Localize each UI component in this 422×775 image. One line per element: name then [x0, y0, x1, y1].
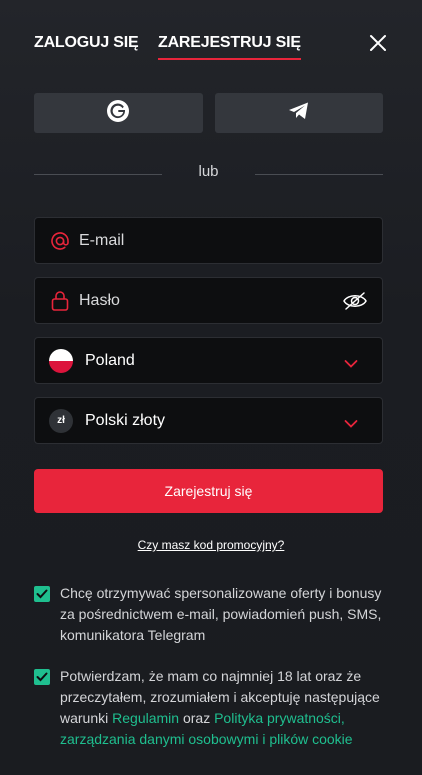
marketing-consent-checkbox[interactable] — [34, 586, 50, 602]
currency-badge: zł — [49, 408, 73, 433]
terms-and-text: oraz — [179, 710, 215, 726]
terms-link[interactable]: Regulamin — [112, 710, 179, 726]
google-icon — [106, 99, 130, 128]
terms-consent: Potwierdzam, że mam co najmniej 18 lat o… — [34, 666, 383, 750]
auth-tabs: ZALOGUJ SIĘ ZAREJESTRUJ SIĘ — [34, 34, 388, 64]
close-icon[interactable] — [368, 33, 388, 53]
country-select[interactable]: Poland — [34, 337, 383, 384]
promo-code-link[interactable]: Czy masz kod promocyjny? — [0, 538, 422, 552]
lock-icon — [49, 290, 71, 312]
tab-login[interactable]: ZALOGUJ SIĘ — [34, 34, 139, 52]
email-field[interactable] — [34, 217, 383, 264]
at-icon — [49, 230, 71, 252]
telegram-login-button[interactable] — [214, 93, 383, 133]
currency-value: Polski złoty — [85, 411, 166, 429]
register-submit-button[interactable]: Zarejestruj się — [34, 469, 383, 513]
flag-poland-icon — [49, 348, 73, 373]
chevron-down-icon — [344, 416, 358, 428]
divider-line-right — [255, 174, 383, 175]
password-field[interactable] — [34, 277, 383, 324]
or-divider: lub — [34, 160, 383, 184]
terms-consent-text: Potwierdzam, że mam co najmniej 18 lat o… — [60, 666, 383, 750]
divider-text: lub — [198, 163, 219, 180]
currency-select[interactable]: zł Polski złoty — [34, 397, 383, 444]
password-input[interactable] — [79, 278, 382, 323]
email-input[interactable] — [79, 218, 382, 263]
chevron-down-icon — [344, 356, 358, 368]
marketing-consent-text: Chcę otrzymywać spersonalizowane oferty … — [60, 585, 382, 643]
eye-off-icon[interactable] — [342, 290, 368, 312]
terms-consent-checkbox[interactable] — [34, 669, 50, 685]
tab-register[interactable]: ZAREJESTRUJ SIĘ — [158, 34, 301, 60]
country-value: Poland — [85, 351, 135, 369]
marketing-consent: Chcę otrzymywać spersonalizowane oferty … — [34, 583, 383, 646]
telegram-icon — [288, 101, 310, 126]
registration-panel: ZALOGUJ SIĘ ZAREJESTRUJ SIĘ lub E-mail P… — [0, 0, 422, 775]
google-login-button[interactable] — [34, 93, 203, 133]
social-login-row — [34, 93, 383, 133]
